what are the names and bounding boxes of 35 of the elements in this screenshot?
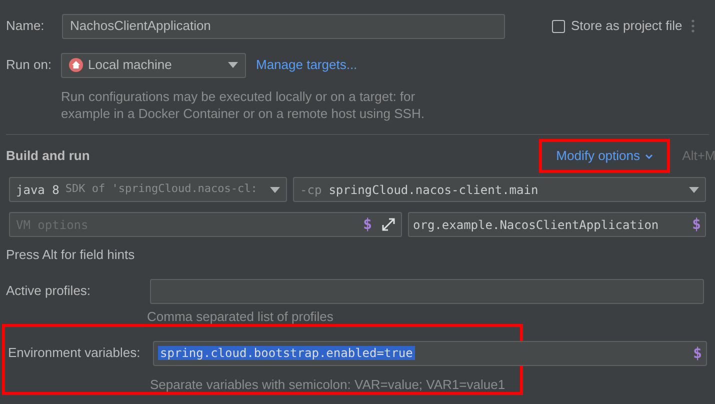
main-class-field[interactable]: org.example.NacosClientApplication $ — [408, 212, 706, 237]
manage-targets-link[interactable]: Manage targets... — [256, 55, 358, 75]
dropdown-caret-icon — [689, 186, 699, 192]
section-title: Build and run — [6, 147, 91, 166]
insert-macro-icon[interactable]: $ — [362, 217, 372, 232]
run-target-dropdown[interactable]: Local machine — [61, 52, 246, 78]
classpath-dropdown[interactable]: -cp springCloud.nacos-client.main — [293, 177, 706, 202]
modify-options-button[interactable]: Modify options — [556, 146, 653, 166]
field-hints-text: Press Alt for field hints — [6, 246, 136, 264]
active-profiles-hint: Comma separated list of profiles — [147, 308, 334, 324]
run-on-label: Run on: — [6, 56, 53, 74]
active-profiles-label: Active profiles: — [6, 282, 92, 300]
dropdown-caret-icon — [270, 186, 280, 192]
environment-variables-label: Environment variables: — [8, 344, 142, 362]
insert-macro-icon[interactable]: $ — [692, 217, 701, 232]
jre-detail: SDK of 'springCloud.nacos-cl: — [65, 181, 258, 198]
classpath-value: springCloud.nacos-client.main — [328, 182, 540, 198]
checkbox[interactable] — [552, 20, 565, 32]
name-field[interactable]: NachosClientApplication — [62, 14, 505, 38]
name-label: Name: — [6, 17, 46, 36]
environment-variables-field[interactable]: spring.cloud.bootstrap.enabled=true $ — [153, 340, 707, 366]
active-profiles-field[interactable] — [150, 278, 704, 304]
dropdown-caret-icon — [228, 62, 238, 68]
expand-icon[interactable] — [382, 218, 395, 231]
classpath-prefix: -cp — [300, 182, 322, 198]
store-as-project-file-label[interactable]: Store as project file — [571, 16, 682, 36]
environment-variables-hint: Separate variables with semicolon: VAR=value; VAR1=value1 — [150, 376, 506, 394]
jre-dropdown[interactable]: java 8 SDK of 'springCloud.nacos-cl: — [9, 177, 287, 202]
home-icon — [69, 58, 83, 72]
environment-variables-value: spring.cloud.bootstrap.enabled=true — [158, 345, 416, 362]
insert-macro-icon[interactable]: $ — [692, 346, 702, 360]
run-on-hint: Run configurations may be executed locally or on a target: for example in a Docker Container or on a remote host using SSH. — [61, 88, 426, 122]
chevron-down-icon — [645, 154, 653, 158]
main-class-value: org.example.NacosClientApplication — [413, 216, 660, 234]
jre-value: java 8 — [16, 182, 60, 198]
